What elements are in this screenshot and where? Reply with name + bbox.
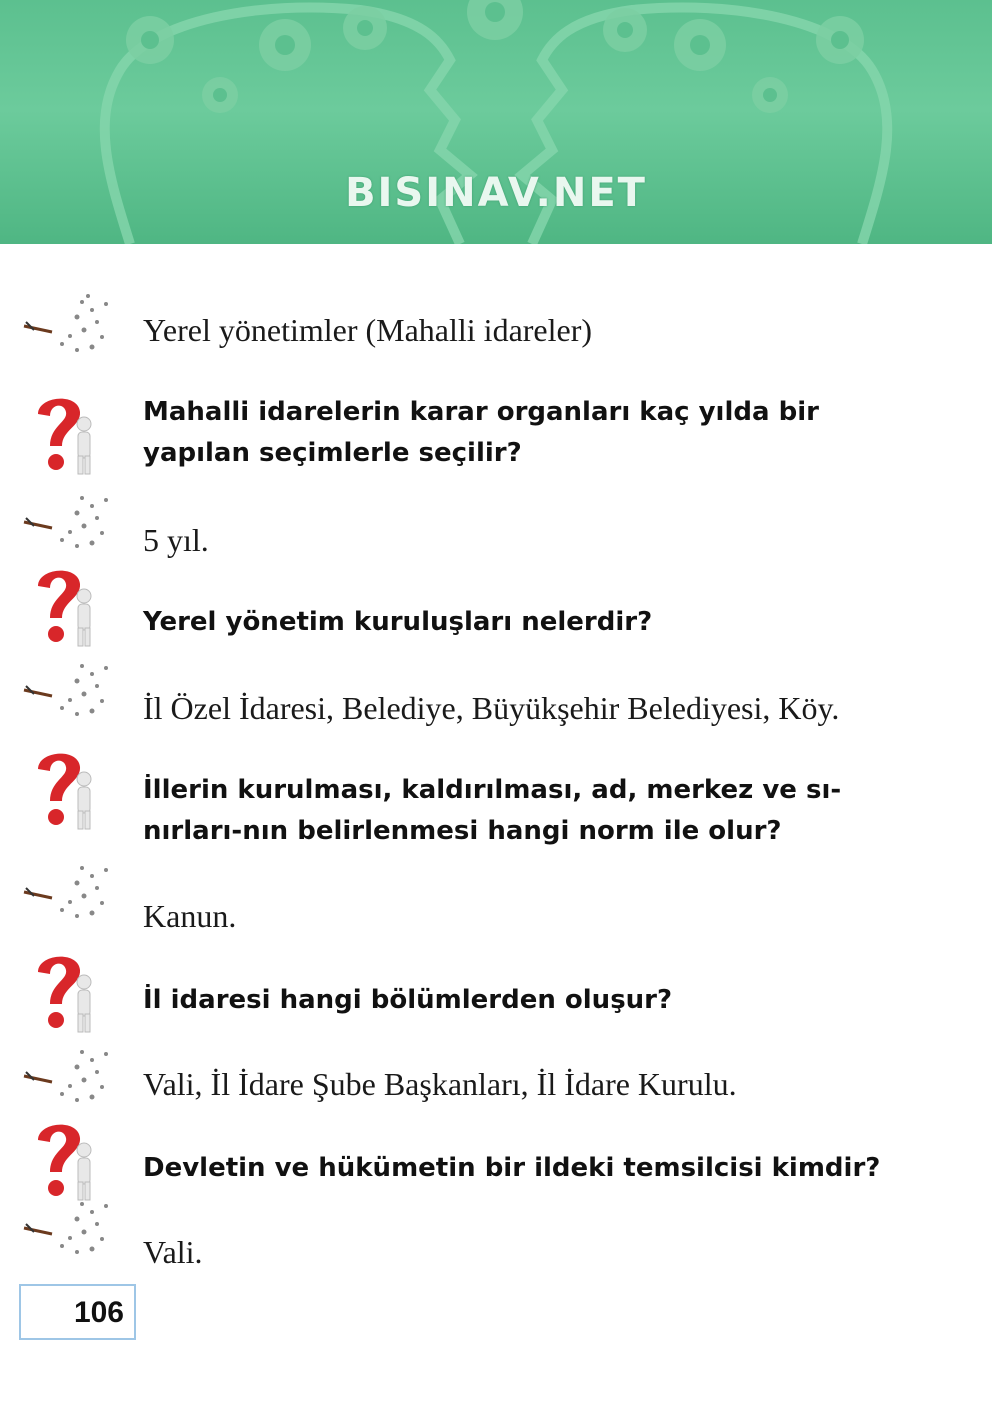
question-mark-figure-icon — [38, 753, 92, 830]
pen-writing-icon — [23, 294, 108, 352]
page-number: 106 — [73, 1296, 124, 1329]
answer-text: Yerel yönetimler (Mahalli idareler) — [143, 312, 593, 348]
answer-text: Vali, İl İdare Şube Başkanları, İl İdare… — [143, 1066, 737, 1102]
question-text: Mahalli idarelerin karar organları kaç y… — [143, 397, 819, 468]
question-text: İl idaresi hangi bölümlerden oluşur? — [143, 985, 673, 1015]
question-mark-figure-icon — [38, 570, 92, 647]
question-mark-figure-icon — [38, 1124, 92, 1201]
pen-writing-icon — [23, 496, 108, 548]
question-text: Yerel yönetim kuruluşları nelerdir? — [143, 607, 653, 637]
question-mark-figure-icon — [38, 398, 92, 475]
pen-writing-icon — [23, 664, 108, 716]
answer-text: İl Özel İdaresi, Belediye, Büyükşehir Be… — [143, 690, 840, 726]
answer-text: 5 yıl. — [143, 522, 209, 558]
pen-writing-icon — [23, 1050, 108, 1102]
question-text: Devletin ve hükümetin bir ildeki temsilc… — [143, 1153, 881, 1183]
question-mark-figure-icon — [38, 956, 92, 1033]
pen-writing-icon — [23, 1202, 108, 1254]
page-number-box: 106 — [19, 1284, 136, 1340]
pen-writing-icon — [23, 866, 108, 918]
answer-text: Kanun. — [143, 898, 237, 934]
answer-text: Vali. — [143, 1234, 203, 1270]
site-logo: BISINAV.NET — [345, 170, 647, 216]
header-banner: BISINAV.NET — [0, 0, 992, 244]
question-text: İllerin kurulması, kaldırılması, ad, mer… — [143, 775, 842, 846]
